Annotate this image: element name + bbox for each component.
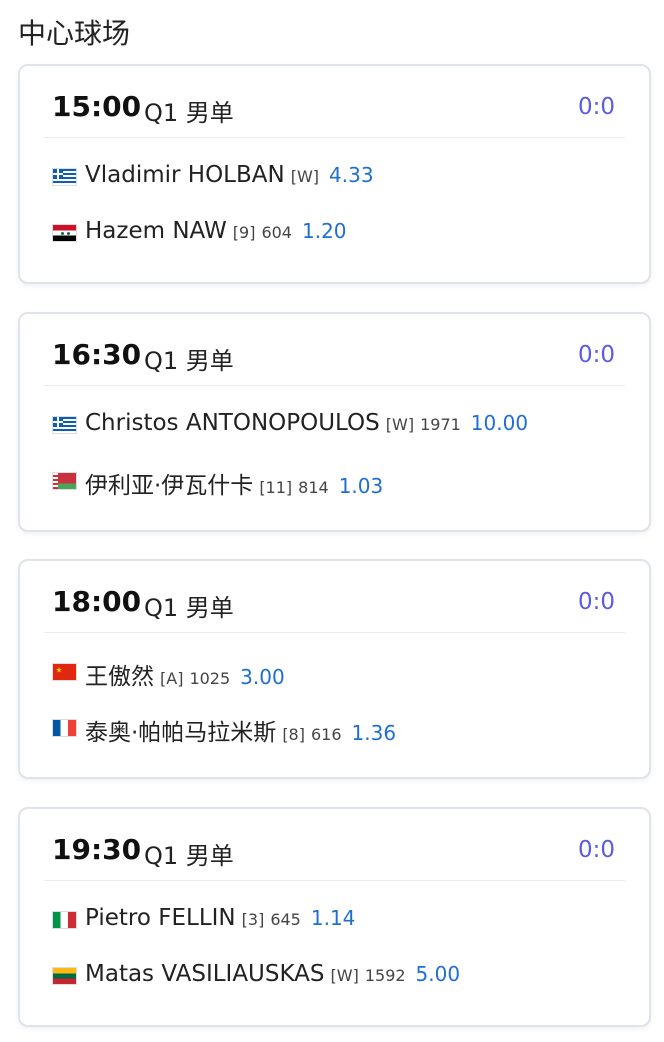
player-name: Vladimir HOLBAN <box>85 162 285 188</box>
player-odds[interactable]: 1.36 <box>352 721 397 745</box>
match-card[interactable]: 18:00 Q1 男单 0:0 王傲然 [A] 1025 3.00 泰奥·帕帕马… <box>18 559 651 779</box>
match-header: 15:00 Q1 男单 0:0 <box>44 66 625 138</box>
match-round: Q1 男单 <box>144 594 234 622</box>
player-seed: [9] <box>232 223 256 242</box>
match-round: Q1 男单 <box>144 99 234 127</box>
player-seed: [3] <box>241 910 265 929</box>
player-rank: 604 <box>261 223 292 242</box>
greece-flag-icon <box>52 416 77 434</box>
player-odds[interactable]: 1.14 <box>311 906 356 930</box>
player-seed: [A] <box>160 669 184 688</box>
match-score: 0:0 <box>577 837 615 863</box>
match-header: 16:30 Q1 男单 0:0 <box>44 314 625 386</box>
player-name: Pietro FELLIN <box>85 905 236 931</box>
player-row[interactable]: 王傲然 [A] 1025 3.00 <box>52 657 285 690</box>
player-odds[interactable]: 1.20 <box>302 219 347 243</box>
player-name: Matas VASILIAUSKAS <box>85 961 325 987</box>
court-title: 中心球场 <box>18 17 131 50</box>
player-seed: [W] <box>290 167 320 186</box>
match-time: 18:00 <box>52 585 142 618</box>
player-row[interactable]: Pietro FELLIN [3] 645 1.14 <box>52 905 355 935</box>
match-card[interactable]: 15:00 Q1 男单 0:0 Vladimir HOLBAN [W] 4.33… <box>18 64 651 284</box>
match-header: 19:30 Q1 男单 0:0 <box>44 809 625 881</box>
match-header: 18:00 Q1 男单 0:0 <box>44 561 625 633</box>
player-rank: 1971 <box>420 415 461 434</box>
match-score: 0:0 <box>577 342 615 368</box>
player-seed: [W] <box>385 415 415 434</box>
player-odds[interactable]: 1.03 <box>339 474 384 498</box>
player-name: 伊利亚·伊瓦什卡 <box>85 473 254 499</box>
match-round: Q1 男单 <box>144 842 234 870</box>
player-name: 泰奥·帕帕马拉米斯 <box>85 720 277 746</box>
greece-flag-icon <box>52 168 77 186</box>
player-rank: 1025 <box>189 669 231 688</box>
france-flag-icon <box>52 719 77 737</box>
player-rank: 1592 <box>364 966 406 985</box>
player-row[interactable]: Matas VASILIAUSKAS [W] 1592 5.00 <box>52 961 460 991</box>
player-rank: 616 <box>310 725 342 744</box>
player-seed: [8] <box>282 725 305 744</box>
match-score: 0:0 <box>577 589 615 615</box>
player-row[interactable]: Vladimir HOLBAN [W] 4.33 <box>52 162 374 192</box>
syria-flag-icon <box>52 224 77 242</box>
china-flag-icon <box>52 663 77 681</box>
match-round: Q1 男单 <box>144 347 234 375</box>
player-row[interactable]: 伊利亚·伊瓦什卡 [11] 814 1.03 <box>52 466 384 499</box>
player-seed: [W] <box>330 966 359 985</box>
belarus-flag-icon <box>52 472 77 490</box>
italy-flag-icon <box>52 911 77 929</box>
lithuania-flag-icon <box>52 967 77 985</box>
player-row[interactable]: Christos ANTONOPOULOS [W] 1971 10.00 <box>52 410 528 440</box>
player-name: Christos ANTONOPOULOS <box>85 410 380 436</box>
match-time: 15:00 <box>52 90 142 123</box>
match-time: 16:30 <box>52 338 142 371</box>
player-rank: 645 <box>270 910 301 929</box>
player-seed: [11] <box>259 478 293 497</box>
player-odds[interactable]: 10.00 <box>471 411 528 435</box>
match-card[interactable]: 19:30 Q1 男单 0:0 Pietro FELLIN [3] 645 1.… <box>18 807 651 1027</box>
match-score: 0:0 <box>577 94 615 120</box>
player-odds[interactable]: 5.00 <box>416 962 461 986</box>
player-rank: 814 <box>298 478 329 497</box>
player-row[interactable]: 泰奥·帕帕马拉米斯 [8] 616 1.36 <box>52 713 397 746</box>
player-name: Hazem NAW <box>85 218 227 244</box>
player-odds[interactable]: 3.00 <box>240 665 285 689</box>
player-row[interactable]: Hazem NAW [9] 604 1.20 <box>52 218 347 248</box>
player-odds[interactable]: 4.33 <box>329 163 374 187</box>
match-time: 19:30 <box>52 833 142 866</box>
player-name: 王傲然 <box>85 664 154 690</box>
match-card[interactable]: 16:30 Q1 男单 0:0 Christos ANTONOPOULOS [W… <box>18 312 651 532</box>
